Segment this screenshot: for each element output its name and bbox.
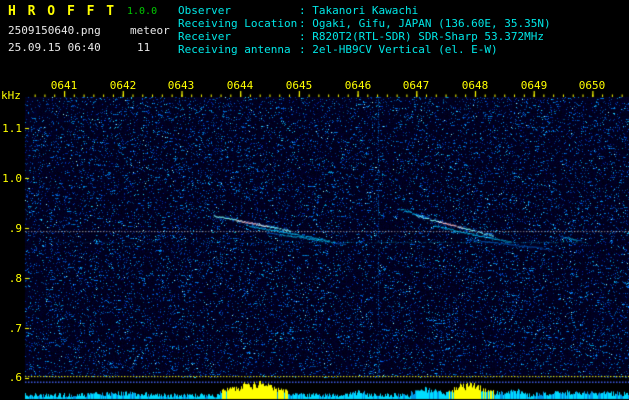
time-tick-label-0649: 0649: [520, 79, 548, 92]
app-title: H R O F F T: [8, 4, 117, 19]
info-row-receiving-antenna: Receiving antenna : 2el-HB9CV Vertical (e…: [178, 43, 551, 56]
freq-tick-label-0-9: .9: [8, 222, 22, 235]
hrofft-app-window: H R O F F T 1.0.0 2509150640.png meteor …: [0, 0, 629, 400]
station-info-panel: Observer : Takanori Kawachi Receiving Loc…: [178, 4, 551, 56]
freq-tick-label-0-6: .6: [8, 371, 22, 384]
observation-datetime: 25.09.15 06:40: [8, 41, 101, 54]
info-row-observer: Observer : Takanori Kawachi: [178, 4, 551, 17]
time-tick-label-0646: 0646: [344, 79, 372, 92]
info-value-receiver: : R820T2(RTL-SDR) SDR-Sharp 53.372MHz: [299, 30, 545, 43]
info-label-receiver: Receiver: [178, 30, 231, 43]
time-tick-label-0650: 0650: [578, 79, 606, 92]
meteor-count: 11: [137, 41, 151, 54]
time-tick-label-0641: 0641: [50, 79, 78, 92]
info-value-receiving-location: : Ogaki, Gifu, JAPAN (136.60E, 35.35N): [299, 17, 551, 30]
info-row-receiver: Receiver : R820T2(RTL-SDR) SDR-Sharp 53.3…: [178, 30, 551, 43]
app-version: 1.0.0: [127, 6, 158, 17]
time-tick-label-0648: 0648: [461, 79, 489, 92]
time-tick-label-0642: 0642: [109, 79, 137, 92]
freq-tick-label-1-1: 1.1: [2, 122, 22, 135]
time-tick-label-0644: 0644: [226, 79, 254, 92]
freq-axis-unit-label: kHz: [1, 89, 21, 102]
info-label-receiving-antenna: Receiving antenna: [178, 43, 291, 56]
freq-tick-label-0-8: .8: [8, 272, 22, 285]
spectrogram-canvas: [0, 78, 629, 400]
info-value-receiving-antenna: : 2el-HB9CV Vertical (el. E-W): [299, 43, 498, 56]
freq-tick-label-0-7: .7: [8, 322, 22, 335]
info-label-observer: Observer: [178, 4, 231, 17]
time-tick-label-0647: 0647: [402, 79, 430, 92]
time-tick-label-0645: 0645: [285, 79, 313, 92]
output-filename: 2509150640.png: [8, 24, 101, 37]
info-label-receiving-location: Receiving Location: [178, 17, 298, 30]
freq-tick-label-1-0: 1.0: [2, 172, 22, 185]
mode-label: meteor: [130, 24, 170, 37]
time-tick-label-0643: 0643: [167, 79, 195, 92]
info-row-receiving-location: Receiving Location: Ogaki, Gifu, JAPAN (…: [178, 17, 551, 30]
info-value-observer: : Takanori Kawachi: [299, 4, 419, 17]
